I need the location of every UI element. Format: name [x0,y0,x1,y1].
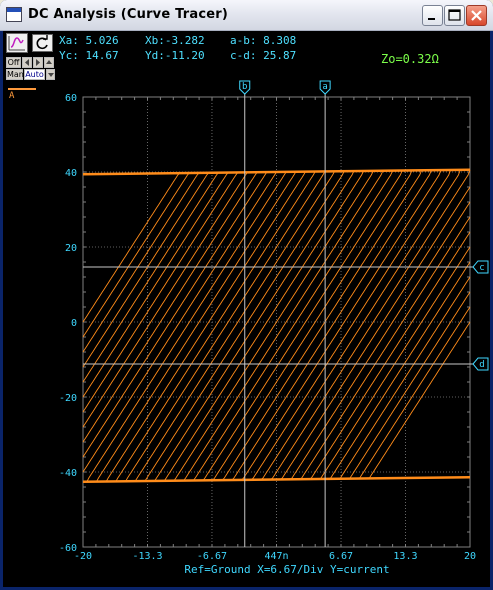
x-tick-label: 13.3 [393,551,417,562]
y-tick-label: -40 [59,468,77,479]
y-tick-label: 20 [65,243,77,254]
maximize-button[interactable] [444,5,465,26]
curve-plot[interactable]: a b c d -20 -13.3 -6.67 447n 6.67 13.3 20 60 40 20 0 -… [3,31,490,587]
window: DC Analysis (Curve Tracer) Off Man Auto … [0,0,493,590]
trace-curve [82,291,471,483]
cursor-d-label: d [479,360,484,370]
maximize-icon [448,9,461,21]
y-tick-label: 60 [65,93,77,104]
trace-curve [82,169,470,353]
trace-curve [82,169,470,413]
x-tick-label: 6.67 [329,551,353,562]
x-tick-label: 447n [264,551,288,562]
close-icon [471,10,482,21]
trace-curve [82,169,470,323]
title-bar[interactable]: DC Analysis (Curve Tracer) [0,0,493,31]
close-button[interactable] [466,5,487,26]
axis-ticks: -20 -13.3 -6.67 447n 6.67 13.3 206040200-20-40… [59,93,476,562]
x-tick-label: -6.67 [197,551,227,562]
x-tick-label: 20 [464,551,476,562]
axis-footer: Ref=Ground X=6.67/Div Y=current [184,563,389,576]
window-title: DC Analysis (Curve Tracer) [28,7,228,22]
cursor-a-label: a [322,82,327,92]
cursor-b-label: b [242,82,247,92]
trace-curve [82,169,470,443]
y-tick-label: -20 [59,393,77,404]
minimize-button[interactable] [422,5,443,26]
y-tick-label: 40 [65,168,77,179]
upper-rail [82,168,471,176]
minimize-icon [428,18,435,20]
x-tick-label: -13.3 [132,551,162,562]
y-tick-label: 0 [71,318,77,329]
analysis-client-area: Off Man Auto Xa: 5.026 Xb:-3.282 a-b: 8.… [3,31,490,587]
y-tick-label: -60 [59,543,77,554]
trace-curve [82,231,471,483]
app-window-icon [6,7,22,22]
cursor-c-label: c [479,263,484,273]
